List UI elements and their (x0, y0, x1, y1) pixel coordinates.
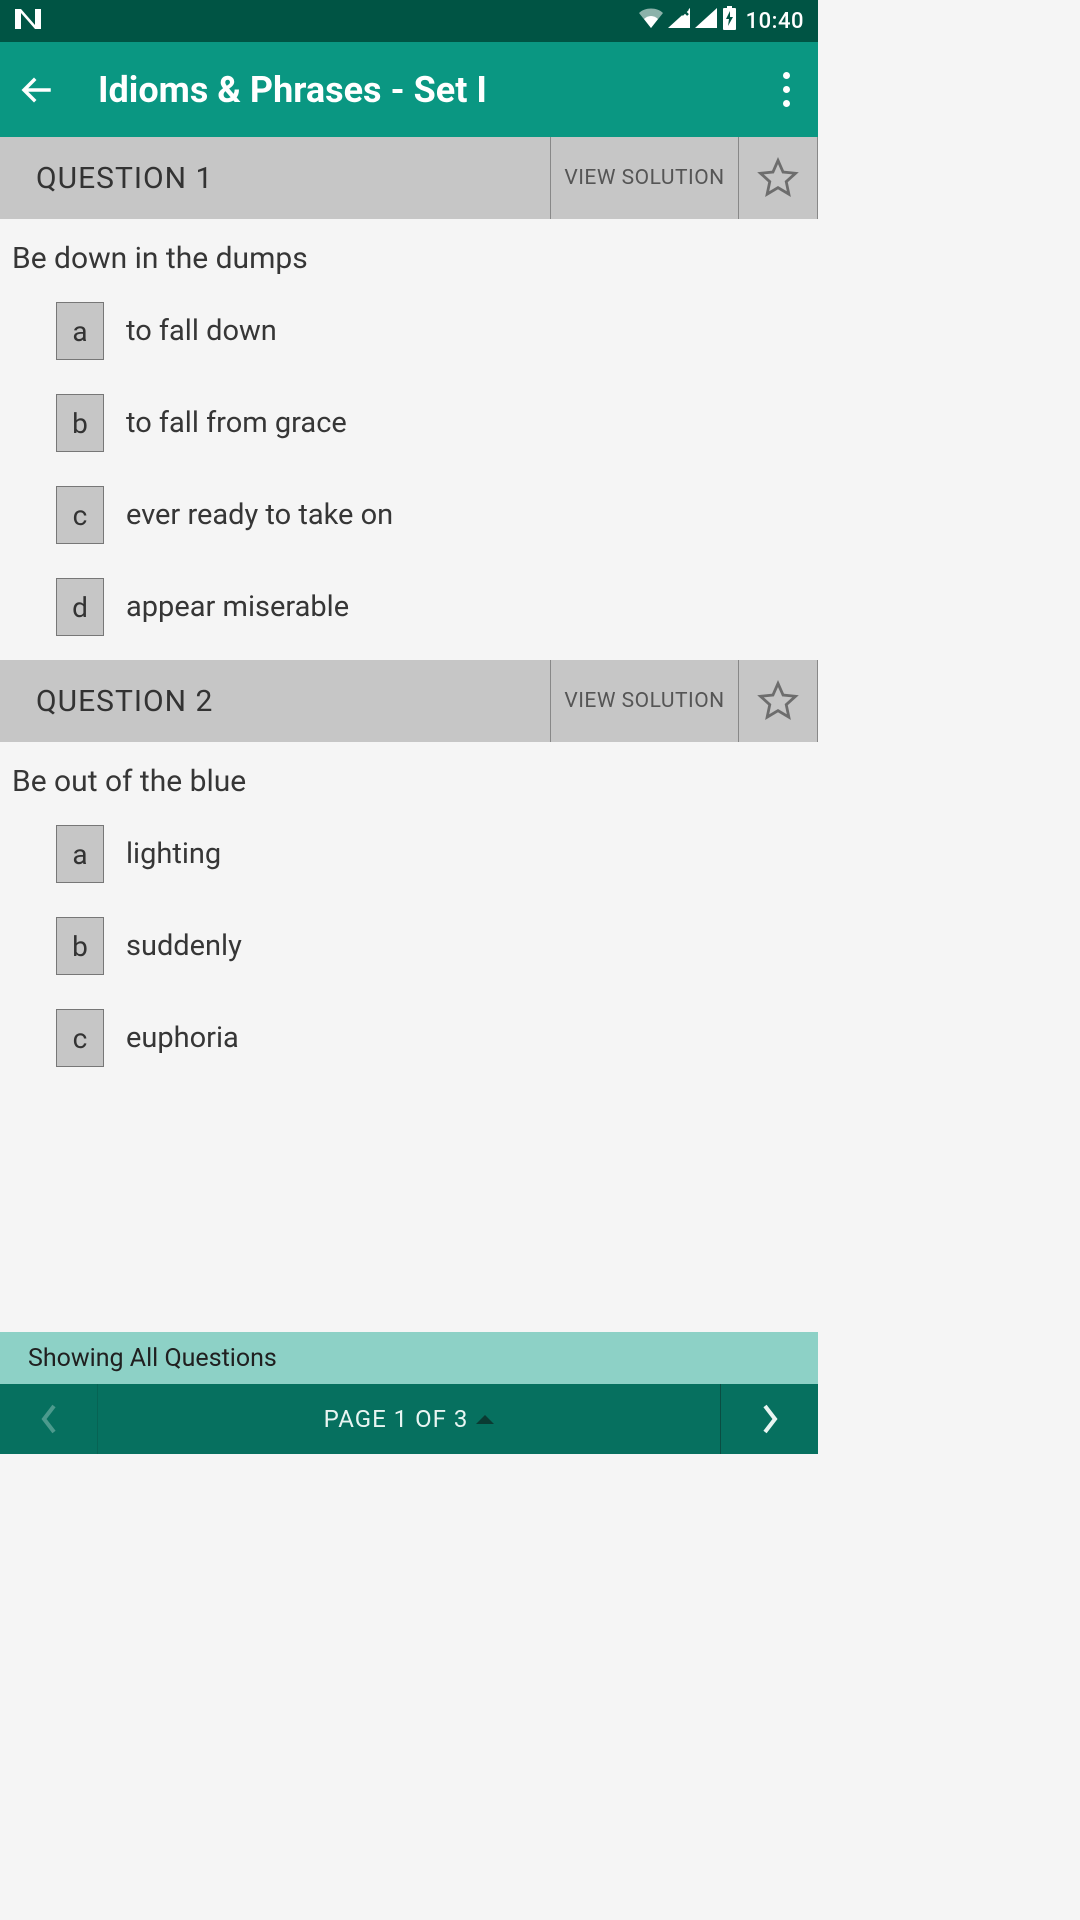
question-label: QUESTION 1 (0, 137, 550, 219)
wifi-icon (639, 8, 663, 34)
page-label: PAGE 1 OF 3 (324, 1405, 469, 1433)
next-page-button[interactable] (720, 1384, 818, 1454)
status-right: 10:40 (639, 6, 804, 36)
option-row[interactable]: a to fall down (56, 302, 806, 360)
option-letter: a (56, 825, 104, 883)
option-row[interactable]: a lighting (56, 825, 806, 883)
prev-page-button[interactable] (0, 1384, 98, 1454)
question-text: Be down in the dumps (12, 241, 806, 276)
dot-icon (783, 100, 790, 107)
option-letter: c (56, 1009, 104, 1067)
more-options-button[interactable] (772, 68, 800, 112)
dot-icon (783, 86, 790, 93)
page-indicator[interactable]: PAGE 1 OF 3 (98, 1384, 720, 1454)
chevron-right-icon (759, 1402, 781, 1436)
question-header-2: QUESTION 2 VIEW SOLUTION (0, 660, 818, 742)
back-button[interactable] (18, 72, 54, 108)
dot-icon (783, 72, 790, 79)
showing-banner: Showing All Questions (0, 1332, 818, 1384)
option-letter: a (56, 302, 104, 360)
question-body-1: Be down in the dumps a to fall down b to… (0, 219, 818, 660)
option-row[interactable]: c euphoria (56, 1009, 806, 1067)
option-row[interactable]: d appear miserable (56, 578, 806, 636)
option-letter: c (56, 486, 104, 544)
chevron-left-icon (38, 1402, 60, 1436)
view-solution-button[interactable]: VIEW SOLUTION (550, 137, 738, 219)
question-body-2: Be out of the blue a lighting b suddenly… (0, 742, 818, 1125)
signal-full-icon (695, 8, 717, 34)
page-title: Idioms & Phrases - Set I (98, 69, 772, 111)
option-row[interactable]: c ever ready to take on (56, 486, 806, 544)
option-row[interactable]: b to fall from grace (56, 394, 806, 452)
status-time: 10:40 (746, 9, 804, 34)
option-text: suddenly (126, 929, 242, 963)
option-text: ever ready to take on (126, 498, 393, 532)
option-text: to fall down (126, 314, 277, 348)
favorite-button[interactable] (738, 660, 818, 742)
battery-charging-icon (722, 6, 737, 36)
question-header-1: QUESTION 1 VIEW SOLUTION (0, 137, 818, 219)
option-text: to fall from grace (126, 406, 347, 440)
view-solution-button[interactable]: VIEW SOLUTION (550, 660, 738, 742)
question-text: Be out of the blue (12, 764, 806, 799)
option-text: appear miserable (126, 590, 349, 624)
triangle-up-icon (476, 1415, 494, 1424)
option-text: euphoria (126, 1021, 239, 1055)
favorite-button[interactable] (738, 137, 818, 219)
option-letter: d (56, 578, 104, 636)
option-letter: b (56, 917, 104, 975)
signal-x-icon (668, 8, 690, 34)
status-bar: 10:40 (0, 0, 818, 42)
option-row[interactable]: b suddenly (56, 917, 806, 975)
android-n-logo (14, 8, 42, 34)
back-arrow-icon (19, 73, 53, 107)
question-label: QUESTION 2 (0, 660, 550, 742)
footer-nav: PAGE 1 OF 3 (0, 1384, 818, 1454)
star-outline-icon (757, 157, 799, 199)
option-text: lighting (126, 837, 221, 871)
status-left (14, 8, 42, 34)
star-outline-icon (757, 680, 799, 722)
app-bar: Idioms & Phrases - Set I (0, 42, 818, 137)
option-letter: b (56, 394, 104, 452)
